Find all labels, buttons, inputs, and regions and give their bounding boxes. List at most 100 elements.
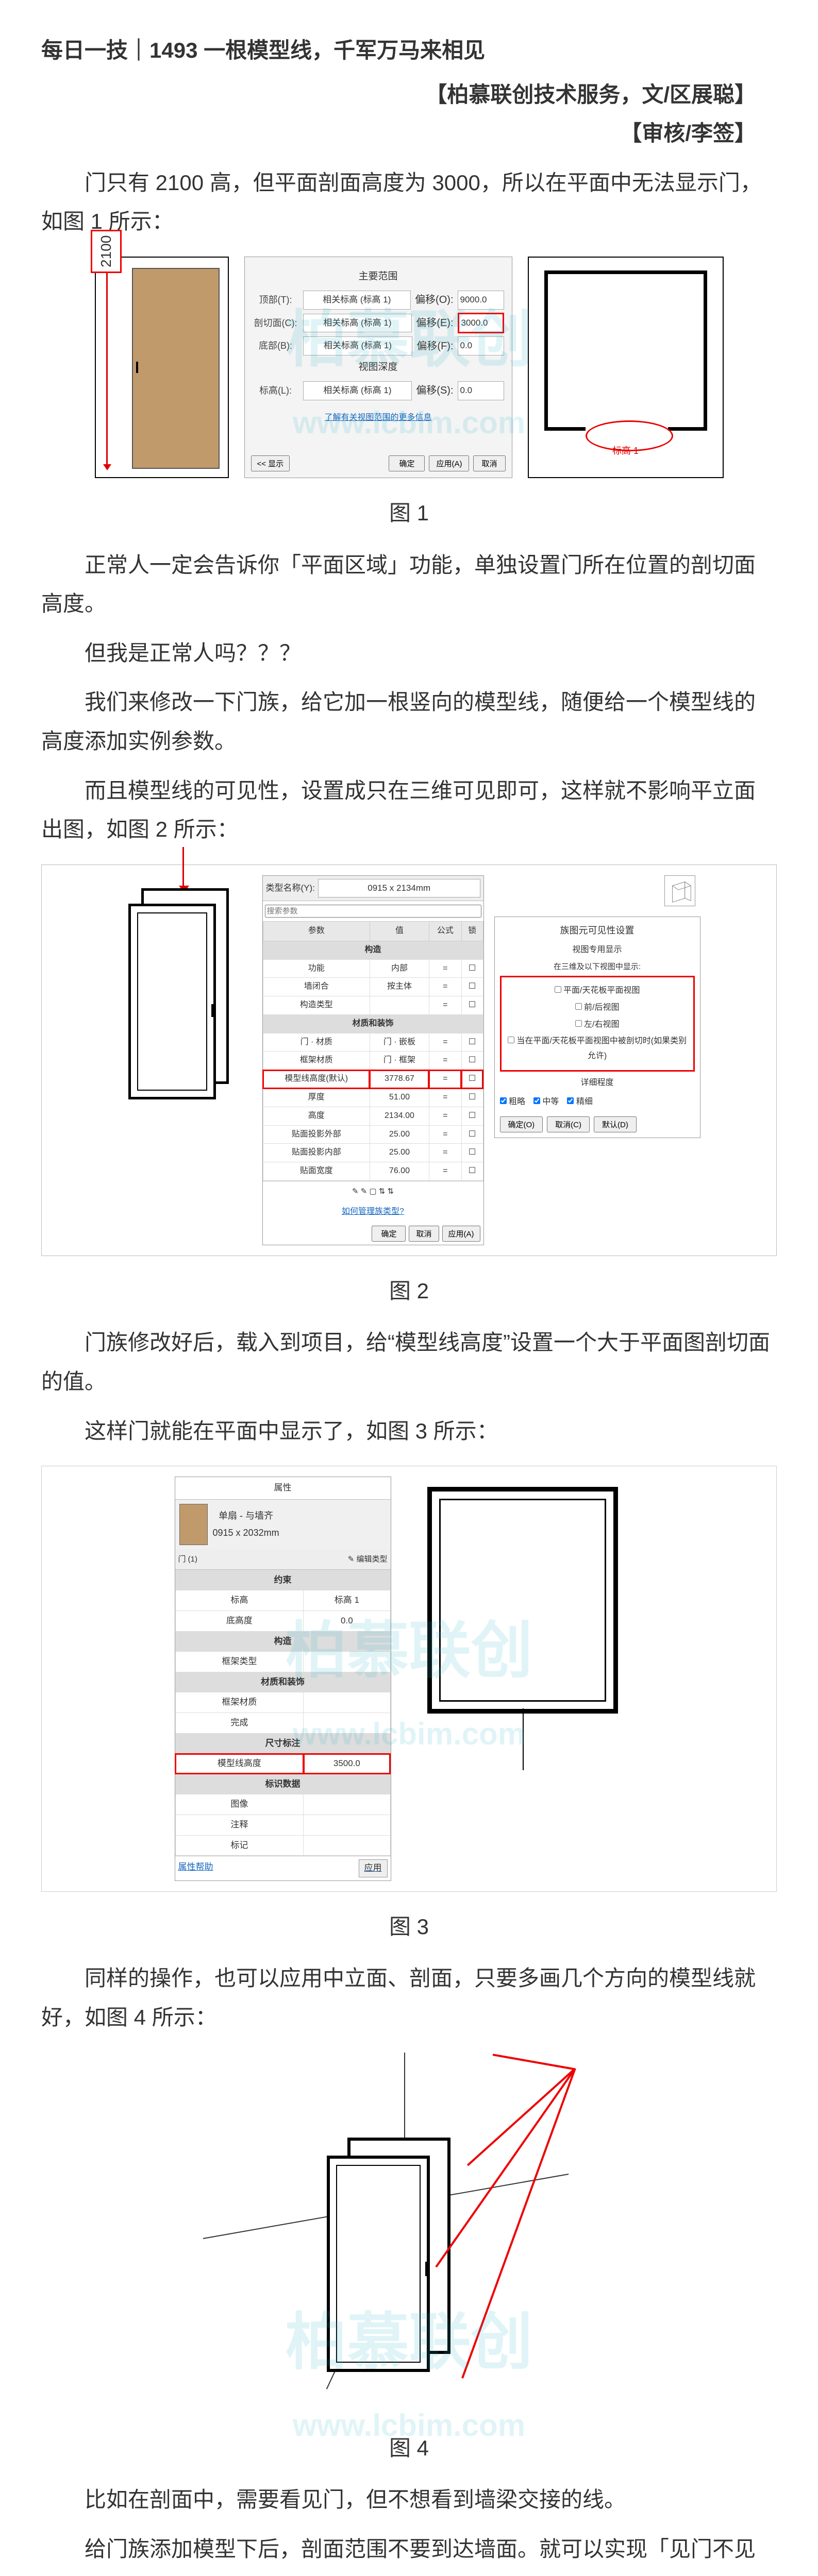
vis-ok-button[interactable]: 确定(O)	[500, 1116, 543, 1132]
edit-type-button[interactable]: ✎ 编辑类型	[348, 1552, 388, 1566]
manage-family-link[interactable]: 如何管理族类型?	[263, 1201, 483, 1223]
type-properties-panel[interactable]: 类型名称(Y): 0915 x 2134mm 参数 值 公式 锁 构造功能内部=…	[262, 875, 484, 1245]
row-offset-input[interactable]: 0.0	[458, 336, 504, 355]
table-cell[interactable]: ☐	[461, 1052, 483, 1070]
table-cell[interactable]: 按主体	[370, 978, 429, 996]
table-cell[interactable]: 25.00	[370, 1144, 429, 1162]
table-cell[interactable]: =	[429, 1089, 461, 1107]
table-cell[interactable]: ☐	[461, 1070, 483, 1089]
table-cell[interactable]: 76.00	[370, 1162, 429, 1181]
props-help-link[interactable]: 属性帮助	[178, 1859, 213, 1877]
properties-panel[interactable]: 属性 单扇 - 与墙齐 0915 x 2032mm 门 (1) ✎ 编辑类型 约…	[175, 1477, 391, 1881]
cancel-button[interactable]: 取消	[409, 1226, 439, 1242]
row-dropdown[interactable]: 相关标高 (标高 1)	[303, 314, 412, 333]
view-range-dialog[interactable]: 主要范围 顶部(T): 相关标高 (标高 1) 偏移(O): 9000.0剖切面…	[244, 257, 512, 478]
detail-coarse[interactable]: 粗略	[500, 1095, 525, 1110]
table-cell[interactable]: 0.0	[304, 1611, 390, 1632]
table-cell[interactable]: 3778.67	[370, 1070, 429, 1089]
table-cell[interactable]	[304, 1652, 390, 1672]
table-cell[interactable]: ☐	[461, 978, 483, 996]
type-params-table[interactable]: 参数 值 公式 锁 构造功能内部=☐墙闭合按主体=☐构造类型=☐材质和装饰门 ·…	[263, 921, 483, 1181]
table-cell[interactable]: ☐	[461, 1144, 483, 1162]
depth-offset-input[interactable]: 0.0	[458, 381, 504, 400]
learn-link[interactable]: 了解有关视图范围的更多信息	[253, 411, 504, 426]
table-cell[interactable]: 3500.0	[304, 1754, 390, 1774]
table-cell[interactable]: 贴面投影内部	[263, 1144, 370, 1162]
table-cell[interactable]: 框架材质	[175, 1692, 304, 1713]
vis-cancel-button[interactable]: 取消(C)	[547, 1116, 590, 1132]
vis-opt-front[interactable]: 前/后视图	[506, 1001, 689, 1015]
row-offset-input[interactable]: 3000.0	[458, 313, 504, 334]
detail-fine[interactable]: 精细	[567, 1095, 592, 1110]
type-name-dropdown[interactable]: 0915 x 2134mm	[318, 879, 480, 898]
apply-button[interactable]: 应用(A)	[429, 455, 469, 471]
table-cell[interactable]: =	[429, 1052, 461, 1070]
table-cell[interactable]: 框架类型	[175, 1652, 304, 1672]
row-offset-input[interactable]: 9000.0	[458, 291, 504, 310]
search-input[interactable]	[265, 905, 481, 918]
table-cell[interactable]: ☐	[461, 1125, 483, 1144]
table-cell[interactable]: =	[429, 996, 461, 1015]
table-cell[interactable]: 构造类型	[263, 996, 370, 1015]
table-cell[interactable]	[304, 1794, 390, 1815]
table-cell[interactable]: 贴面宽度	[263, 1162, 370, 1181]
table-cell[interactable]: ☐	[461, 1033, 483, 1052]
table-cell[interactable]: 厚度	[263, 1089, 370, 1107]
detail-medium[interactable]: 中等	[533, 1095, 559, 1110]
vis-opt-cut[interactable]: 当在平面/天花板平面视图中被剖切时(如果类别允许)	[506, 1034, 689, 1064]
row-dropdown[interactable]: 相关标高 (标高 1)	[303, 336, 413, 355]
table-cell[interactable]: =	[429, 1125, 461, 1144]
table-cell[interactable]: =	[429, 1162, 461, 1181]
row-dropdown[interactable]: 相关标高 (标高 1)	[303, 291, 411, 310]
apply-button[interactable]: 应用(A)	[442, 1226, 480, 1242]
table-cell[interactable]: 贴面投影外部	[263, 1125, 370, 1144]
table-cell[interactable]: 墙闭合	[263, 978, 370, 996]
table-cell[interactable]: 标高	[175, 1590, 304, 1611]
table-cell[interactable]	[304, 1713, 390, 1733]
table-cell[interactable]: =	[429, 978, 461, 996]
table-cell[interactable]: 图像	[175, 1794, 304, 1815]
vis-default-button[interactable]: 默认(D)	[594, 1116, 637, 1132]
table-cell[interactable]	[304, 1692, 390, 1713]
instance-params-table[interactable]: 约束标高标高 1底高度0.0构造框架类型材质和装饰框架材质完成尺寸标注模型线高度…	[175, 1570, 391, 1856]
table-cell[interactable]: =	[429, 1070, 461, 1089]
table-cell[interactable]: 功能	[263, 959, 370, 978]
table-cell[interactable]: 模型线高度(默认)	[263, 1070, 370, 1089]
table-cell[interactable]: =	[429, 959, 461, 978]
table-cell[interactable]: =	[429, 1144, 461, 1162]
table-cell[interactable]: 门 · 材质	[263, 1033, 370, 1052]
table-cell[interactable]: 框架材质	[263, 1052, 370, 1070]
table-cell[interactable]: ☐	[461, 1162, 483, 1181]
cancel-button[interactable]: 取消	[473, 455, 505, 471]
table-cell[interactable]: ☐	[461, 996, 483, 1015]
table-cell[interactable]: 标高 1	[304, 1590, 390, 1611]
visibility-dialog[interactable]: 族图元可见性设置 视图专用显示 在三维及以下视图中显示: 平面/天花板平面视图 …	[494, 917, 700, 1139]
table-cell[interactable]: 51.00	[370, 1089, 429, 1107]
table-cell[interactable]: 25.00	[370, 1125, 429, 1144]
table-cell[interactable]	[304, 1835, 390, 1856]
table-cell[interactable]: 模型线高度	[175, 1754, 304, 1774]
table-cell[interactable]	[304, 1815, 390, 1835]
table-cell[interactable]: 标记	[175, 1835, 304, 1856]
table-cell[interactable]: 门 · 嵌板	[370, 1033, 429, 1052]
table-cell[interactable]: 门 · 框架	[370, 1052, 429, 1070]
table-cell[interactable]: ☐	[461, 1107, 483, 1125]
table-cell[interactable]: 注释	[175, 1815, 304, 1835]
ok-button[interactable]: 确定	[372, 1226, 406, 1242]
props-apply-button[interactable]: 应用	[359, 1859, 388, 1877]
depth-dropdown[interactable]: 相关标高 (标高 1)	[303, 381, 412, 400]
table-cell[interactable]: =	[429, 1107, 461, 1125]
vis-opt-side[interactable]: 左/右视图	[506, 1018, 689, 1032]
table-cell[interactable]: 底高度	[175, 1611, 304, 1632]
table-cell[interactable]: 2134.00	[370, 1107, 429, 1125]
table-cell[interactable]: =	[429, 1033, 461, 1052]
table-cell[interactable]: 完成	[175, 1713, 304, 1733]
show-button[interactable]: << 显示	[251, 455, 290, 471]
vis-opt-plan[interactable]: 平面/天花板平面视图	[506, 984, 689, 998]
table-cell[interactable]: 高度	[263, 1107, 370, 1125]
table-cell[interactable]: ☐	[461, 959, 483, 978]
ok-button[interactable]: 确定	[389, 455, 425, 471]
viewcube-icon[interactable]	[664, 875, 695, 906]
table-cell[interactable]: 内部	[370, 959, 429, 978]
table-cell[interactable]: ☐	[461, 1089, 483, 1107]
